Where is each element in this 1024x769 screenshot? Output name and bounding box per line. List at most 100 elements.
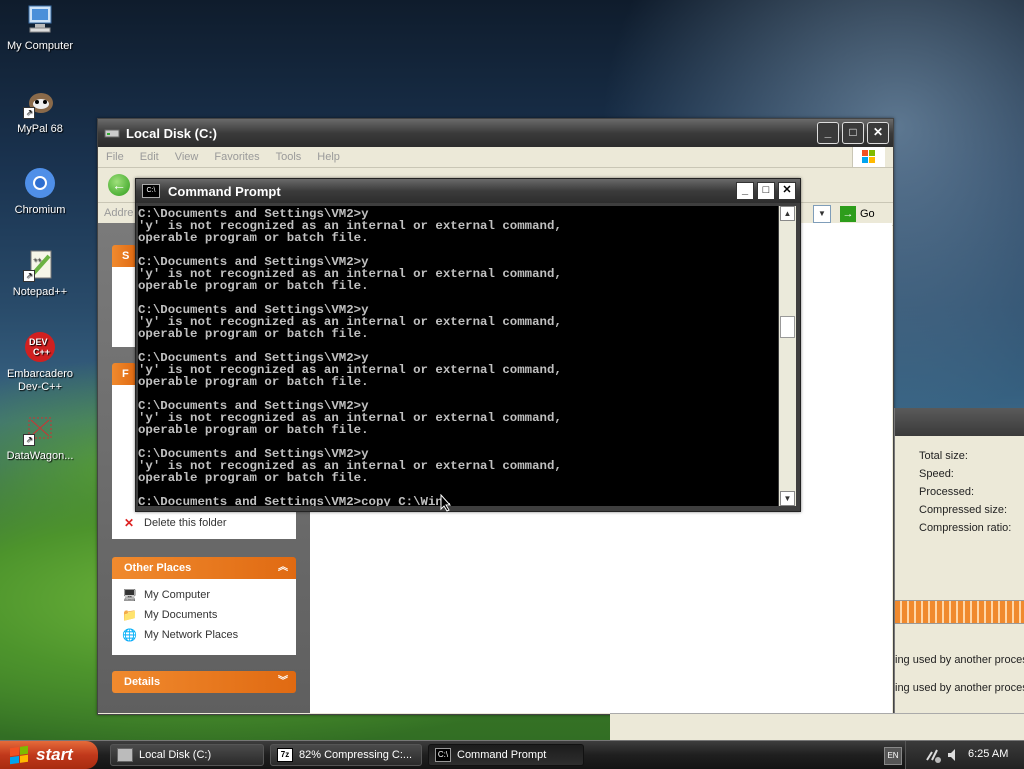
scroll-down-icon[interactable]: ▼ [780,491,795,506]
compression-window[interactable]: Total size: Speed: Processed: Compressed… [894,408,1024,740]
taskbar-button-label: Command Prompt [457,749,547,761]
desktop-icon-my-computer[interactable]: My Computer [0,2,80,53]
other-places-header[interactable]: Other Places ︽ [112,557,296,579]
taskbar-button-explorer[interactable]: Local Disk (C:) [110,744,264,766]
error-message: ing used by another process [895,682,1024,694]
language-indicator[interactable]: EN [884,747,902,765]
explorer-titlebar[interactable]: Local Disk (C:) _ □ ✕ [98,119,893,147]
close-button[interactable]: ✕ [867,122,889,144]
windows-logo-icon [852,147,885,167]
windows-flag-icon [10,745,28,765]
taskbar-button-label: 82% Compressing C:... [299,749,413,761]
compression-window-bottom [610,713,1024,741]
documents-folder-icon: 📁 [122,608,137,622]
console-output[interactable]: C:\Documents and Settings\VM2>y 'y' is n… [138,206,778,506]
maximize-button[interactable]: □ [842,122,864,144]
notepad-plus-plus-icon: ++ ↗ [23,248,57,282]
shortcut-arrow-icon: ↗ [23,434,35,446]
cmd-icon: C:\ [142,184,160,198]
error-message: ing used by another process [895,654,1024,666]
taskbar-button-compressing[interactable]: 7z 82% Compressing C:... [270,744,422,766]
computer-icon: 🖥 [122,588,138,602]
place-my-documents[interactable]: 📁 My Documents [122,605,286,625]
desktop-icon-label: My Computer [6,40,74,52]
delete-folder-label: Delete this folder [144,517,227,529]
cmd-titlebar[interactable]: C:\ Command Prompt _ □ ✕ [136,179,800,203]
explorer-title: Local Disk (C:) [126,125,218,141]
stat-processed: Processed: [919,486,975,498]
start-button[interactable]: start [0,741,98,769]
delete-icon: ✕ [123,516,135,530]
delete-folder-task[interactable]: ✕ Delete this folder [122,513,286,533]
cmd-minimize-button[interactable]: _ [736,182,754,200]
menu-bar: File Edit View Favorites Tools Help [98,147,893,168]
raccoon-icon: ↗ [23,85,57,119]
svg-text:++: ++ [33,257,41,264]
mouse-cursor-icon [440,494,452,512]
compression-titlebar[interactable] [895,408,1024,436]
cmd-title: Command Prompt [168,183,281,199]
go-label: Go [860,208,875,220]
address-label: Addre [104,207,134,219]
go-arrow-icon: → [840,206,856,222]
stat-speed: Speed: [919,468,954,480]
place-label: My Documents [144,609,218,621]
place-my-computer[interactable]: 🖥 My Computer [122,585,286,605]
place-label: My Network Places [144,629,239,641]
desktop-icon-devcpp[interactable]: DEV C++ Embarcadero Dev-C++ [0,330,80,394]
stat-total-size: Total size: [919,450,968,462]
shortcut-arrow-icon: ↗ [23,107,35,119]
desktop-icon-mypal[interactable]: ↗ MyPal 68 [0,85,80,136]
console-text: C:\Documents and Settings\VM2>y 'y' is n… [138,207,562,506]
computer-icon [23,2,57,36]
back-button[interactable]: ← [108,174,130,196]
menu-help[interactable]: Help [317,151,340,163]
drive-icon [117,748,133,762]
folder-tasks-header-partial[interactable]: F [112,363,136,385]
scroll-thumb[interactable] [780,316,795,338]
drive-icon [104,129,120,138]
volume-tray-icon[interactable] [946,747,962,763]
taskbar: start Local Disk (C:) 7z 82% Compressing… [0,740,1024,769]
desktop-icon-label: MyPal 68 [17,123,63,135]
start-label: start [36,745,73,764]
menu-favorites[interactable]: Favorites [214,151,259,163]
svg-text:DEV: DEV [29,337,48,347]
desktop-icon-notepadpp[interactable]: ++ ↗ Notepad++ [0,248,80,299]
desktop-icon-datawagon[interactable]: ↗ DataWagon... [0,412,80,463]
network-tray-icon[interactable] [924,746,942,764]
place-label: My Computer [144,589,211,601]
console-scrollbar[interactable]: ▲ ▼ [779,206,796,506]
menu-file[interactable]: File [106,151,124,163]
menu-view[interactable]: View [175,151,199,163]
compression-progress-bar [895,600,1024,624]
expand-chevron-icon: ︾ [278,676,288,687]
desktop-icon-label: Chromium [14,204,66,216]
menu-edit[interactable]: Edit [140,151,159,163]
taskbar-button-label: Local Disk (C:) [139,749,212,761]
scroll-up-icon[interactable]: ▲ [780,206,795,221]
details-header[interactable]: Details ︾ [112,671,296,693]
clock[interactable]: 6:25 AM [968,748,1008,760]
command-prompt-window[interactable]: C:\ Command Prompt _ □ ✕ C:\Documents an… [135,178,801,512]
desktop-icon-chromium[interactable]: Chromium [0,166,80,217]
place-my-network-places[interactable]: 🌐 My Network Places [122,625,286,645]
other-places-title: Other Places [124,562,192,574]
cmd-close-button[interactable]: ✕ [778,182,796,200]
menu-tools[interactable]: Tools [276,151,302,163]
collapse-chevron-icon: ︽ [278,562,288,573]
taskbar-button-cmd[interactable]: C:\ Command Prompt [428,744,584,766]
go-button[interactable]: → Go [840,205,890,223]
chromium-icon [23,166,57,200]
shortcut-arrow-icon: ↗ [23,270,35,282]
desktop-icon-label: DataWagon... [6,450,74,462]
cmd-icon: C:\ [435,748,451,762]
cmd-maximize-button[interactable]: □ [757,182,775,200]
datawagon-icon: ↗ [23,412,57,446]
minimize-button[interactable]: _ [817,122,839,144]
desktop-icon-label: Notepad++ [12,286,68,298]
system-tray: 6:25 AM [905,741,1024,769]
details-title: Details [124,676,161,688]
tasks-header-partial[interactable]: S [112,245,136,267]
address-dropdown-icon[interactable]: ▼ [813,205,831,223]
